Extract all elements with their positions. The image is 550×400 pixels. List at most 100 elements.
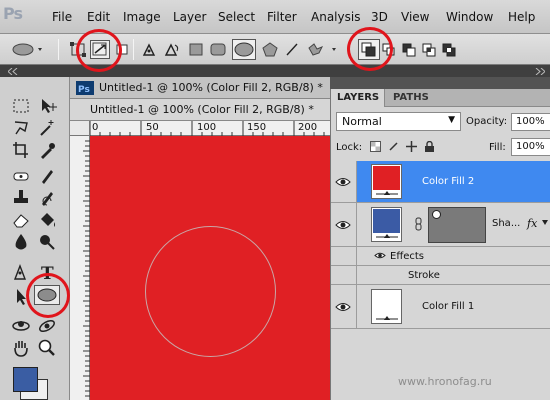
blur-tool-icon[interactable] <box>10 231 32 253</box>
move-tool-icon[interactable] <box>36 95 58 117</box>
magic-wand-tool-icon[interactable] <box>36 117 58 139</box>
ps-document-icon: Ps <box>76 81 94 95</box>
adjustment-slider-icon <box>376 316 398 320</box>
menu-3d[interactable]: 3D <box>371 10 388 24</box>
adjustment-slider-icon <box>376 234 398 238</box>
tools-panel: T <box>0 77 70 400</box>
eraser-tool-icon[interactable] <box>10 209 32 231</box>
fx-icon[interactable]: fx <box>527 217 537 230</box>
document-tab-outer[interactable]: Ps Untitled-1 @ 100% (Color Fill 2, RGB/… <box>70 77 330 99</box>
eyedropper-tool-icon[interactable] <box>36 139 58 161</box>
effects-row[interactable]: Effects <box>331 247 550 266</box>
vector-mask-thumbnail[interactable] <box>428 207 486 243</box>
expand-effects-icon[interactable] <box>542 220 548 226</box>
blend-mode-value: Normal <box>342 115 382 128</box>
annotation-ring <box>347 27 393 71</box>
fill-field[interactable]: 100% <box>511 138 550 156</box>
stroke-effect-row[interactable]: Stroke <box>331 266 550 285</box>
visibility-cell[interactable] <box>331 161 357 202</box>
menu-select[interactable]: Select <box>218 10 255 24</box>
document-tab-inner[interactable]: Untitled-1 @ 100% (Color Fill 2, RGB/8) … <box>70 99 330 121</box>
opacity-label: Opacity: <box>466 116 508 127</box>
opacity-field[interactable]: 100% <box>511 113 550 131</box>
menu-view[interactable]: View <box>401 10 429 24</box>
pen-tool-icon[interactable] <box>10 261 32 283</box>
layers-panel: LAYERS PATHS Normal ▼ Opacity: 100% Lock… <box>330 89 550 400</box>
layer-name[interactable]: Color Fill 1 <box>422 301 474 312</box>
menu-help[interactable]: Help <box>508 10 535 24</box>
lasso-tool-icon[interactable] <box>10 117 32 139</box>
freeform-pen-icon[interactable] <box>163 42 181 57</box>
fill-label: Fill: <box>489 142 506 153</box>
fill-color-preview <box>373 209 400 233</box>
subtract-from-shape-area-icon[interactable] <box>402 42 416 57</box>
rectangle-shape-icon[interactable] <box>189 42 203 57</box>
ellipse-path-outline[interactable] <box>145 226 276 357</box>
menu-window[interactable]: Window <box>446 10 493 24</box>
stroke-label: Stroke <box>408 270 440 281</box>
eye-icon[interactable] <box>335 219 351 231</box>
3d-rotate-tool-icon[interactable] <box>10 315 32 337</box>
lock-all-icon[interactable] <box>424 141 435 152</box>
visibility-cell <box>331 266 357 284</box>
vertical-ruler[interactable] <box>70 136 90 400</box>
ruler-ticks-vertical <box>83 140 90 397</box>
rounded-rectangle-shape-icon[interactable] <box>210 42 226 57</box>
tool-preset-picker[interactable] <box>10 42 46 57</box>
spot-healing-tool-icon[interactable] <box>10 165 32 187</box>
brush-tool-icon[interactable] <box>36 165 58 187</box>
collapse-arrows-icon[interactable] <box>8 68 18 75</box>
exclude-overlapping-areas-icon[interactable] <box>442 42 456 57</box>
layer-thumbnail[interactable] <box>371 289 402 324</box>
menu-filter[interactable]: Filter <box>267 10 297 24</box>
ruler-ticks <box>90 121 325 136</box>
layer-row-color-fill-2[interactable]: Color Fill 2 <box>331 161 550 203</box>
ellipse-shape-icon[interactable] <box>232 39 256 60</box>
layer-thumbnail[interactable] <box>371 164 402 199</box>
chevron-down-icon: ▼ <box>448 115 455 125</box>
blend-mode-select[interactable]: Normal ▼ <box>336 112 461 131</box>
link-chain-icon[interactable] <box>415 217 423 231</box>
tab-paths[interactable]: PATHS <box>387 89 434 107</box>
dodge-tool-icon[interactable] <box>36 231 58 253</box>
zoom-tool-icon[interactable] <box>36 337 58 359</box>
lock-position-icon[interactable] <box>406 141 417 152</box>
expand-arrows-icon[interactable] <box>535 68 545 75</box>
crop-tool-icon[interactable] <box>10 139 32 161</box>
ruler-origin[interactable] <box>70 121 90 136</box>
lock-image-icon[interactable] <box>388 141 399 152</box>
layer-row-shape[interactable]: Sha... fx <box>331 203 550 247</box>
3d-orbit-tool-icon[interactable] <box>36 315 58 337</box>
document-title-inner: Untitled-1 @ 100% (Color Fill 2, RGB/8) … <box>90 103 314 116</box>
lock-transparent-icon[interactable] <box>370 141 381 152</box>
layer-thumbnail[interactable] <box>371 207 402 242</box>
hand-tool-icon[interactable] <box>10 337 32 359</box>
clone-stamp-tool-icon[interactable] <box>10 187 32 209</box>
polygon-shape-icon[interactable] <box>262 42 278 57</box>
layer-row-color-fill-1[interactable]: Color Fill 1 <box>331 285 550 329</box>
tab-layers[interactable]: LAYERS <box>331 89 386 107</box>
marquee-tool-icon[interactable] <box>10 95 32 117</box>
intersect-shape-areas-icon[interactable] <box>422 42 436 57</box>
layer-name[interactable]: Sha... <box>492 218 520 229</box>
line-shape-icon[interactable] <box>285 42 299 57</box>
eye-icon[interactable] <box>335 176 351 188</box>
pen-tool-icon[interactable] <box>141 42 157 57</box>
eye-icon[interactable] <box>374 251 386 260</box>
lock-label: Lock: <box>336 142 363 153</box>
menu-file[interactable]: File <box>52 10 72 24</box>
mask-shape-preview <box>432 210 441 219</box>
visibility-cell[interactable] <box>331 203 357 246</box>
custom-shape-icon[interactable] <box>306 42 340 57</box>
eye-icon[interactable] <box>335 301 351 313</box>
menu-image[interactable]: Image <box>123 10 161 24</box>
layer-name[interactable]: Color Fill 2 <box>422 176 474 187</box>
horizontal-ruler[interactable]: 0 50 100 150 200 <box>90 121 330 136</box>
menu-edit[interactable]: Edit <box>87 10 110 24</box>
history-brush-tool-icon[interactable] <box>36 187 58 209</box>
foreground-color-swatch[interactable] <box>13 367 38 392</box>
menu-analysis[interactable]: Analysis <box>311 10 360 24</box>
visibility-cell[interactable] <box>331 285 357 328</box>
paint-bucket-tool-icon[interactable] <box>36 209 58 231</box>
menu-layer[interactable]: Layer <box>173 10 206 24</box>
